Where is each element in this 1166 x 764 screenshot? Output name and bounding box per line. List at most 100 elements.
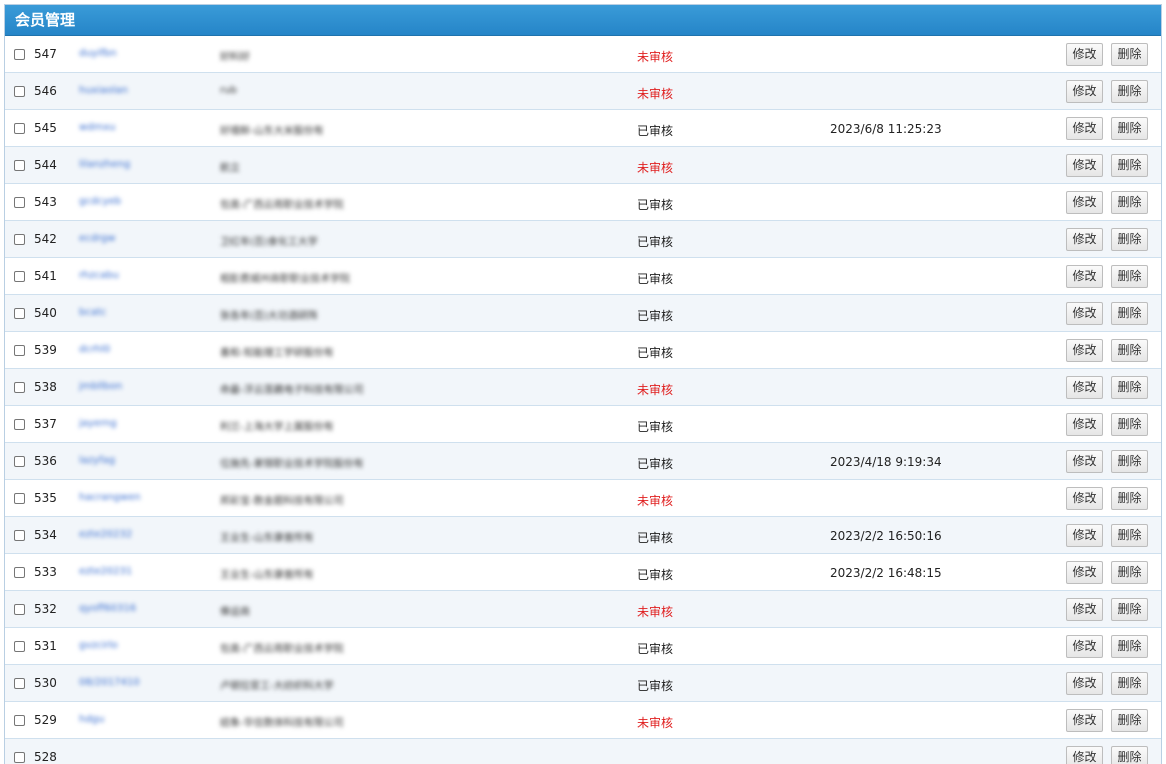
member-username-link[interactable]: duyifbn	[79, 48, 117, 59]
row-checkbox[interactable]	[14, 530, 25, 541]
delete-button[interactable]: 删除	[1111, 339, 1148, 362]
row-checkbox[interactable]	[14, 493, 25, 504]
edit-button[interactable]: 修改	[1066, 43, 1103, 66]
edit-button[interactable]: 修改	[1066, 228, 1103, 251]
table-row: 530 08/2017410 卢顿拉官工-大纺织科大学 已审核 修改 删除	[5, 665, 1161, 702]
edit-button[interactable]: 修改	[1066, 302, 1103, 325]
row-checkbox[interactable]	[14, 382, 25, 393]
member-username-link[interactable]: huxiaolan	[79, 85, 128, 96]
delete-button[interactable]: 删除	[1111, 376, 1148, 399]
row-checkbox[interactable]	[14, 456, 25, 467]
row-checkbox[interactable]	[14, 123, 25, 134]
member-list: 547 duyifbn 好料好 未审核 修改 删除 546 huxiaolan …	[5, 36, 1161, 764]
member-username-link[interactable]: lilanzheng	[79, 159, 130, 170]
audit-status: 未审核	[637, 605, 674, 619]
row-checkbox[interactable]	[14, 715, 25, 726]
member-username-link[interactable]: qyoff60316	[79, 603, 136, 614]
table-row: 529 hdgu 结象-华信数体科技有限公司 未审核 修改 删除	[5, 702, 1161, 739]
edit-button[interactable]: 修改	[1066, 265, 1103, 288]
member-username-link[interactable]: hdgu	[79, 714, 104, 725]
member-username-link[interactable]: lazyfag	[79, 455, 115, 466]
row-checkbox[interactable]	[14, 752, 25, 763]
member-username-link[interactable]: bcatc	[79, 307, 106, 318]
row-checkbox[interactable]	[14, 641, 25, 652]
row-checkbox[interactable]	[14, 49, 25, 60]
member-username-link[interactable]: gvzcirlo	[79, 640, 118, 651]
member-username-link[interactable]: gcdcyeb	[79, 196, 121, 207]
delete-button[interactable]: 删除	[1111, 487, 1148, 510]
row-checkbox[interactable]	[14, 345, 25, 356]
member-company: 结象-华信数体科技有限公司	[220, 718, 344, 729]
delete-button[interactable]: 删除	[1111, 672, 1148, 695]
member-username-link[interactable]: jmbllbon	[79, 381, 122, 392]
member-company: 善和-知能理工学研股份有	[220, 348, 334, 359]
delete-button[interactable]: 删除	[1111, 228, 1148, 251]
delete-button[interactable]: 删除	[1111, 80, 1148, 103]
audit-status: 已审核	[637, 272, 674, 286]
row-checkbox[interactable]	[14, 271, 25, 282]
member-username-link[interactable]: rhzcabu	[79, 270, 119, 281]
edit-button[interactable]: 修改	[1066, 339, 1103, 362]
audit-status: 已审核	[637, 420, 674, 434]
member-id: 547	[34, 47, 57, 61]
member-company: 好禧鲜-山东大米股份有	[220, 126, 324, 137]
edit-button[interactable]: 修改	[1066, 746, 1103, 764]
edit-button[interactable]: 修改	[1066, 709, 1103, 732]
delete-button[interactable]: 删除	[1111, 43, 1148, 66]
edit-button[interactable]: 修改	[1066, 191, 1103, 214]
delete-button[interactable]: 删除	[1111, 561, 1148, 584]
delete-button[interactable]: 删除	[1111, 302, 1148, 325]
member-username-link[interactable]: jayerng	[79, 418, 117, 429]
row-checkbox[interactable]	[14, 160, 25, 171]
edit-button[interactable]: 修改	[1066, 524, 1103, 547]
edit-button[interactable]: 修改	[1066, 154, 1103, 177]
member-username-link[interactable]: ecdrgw	[79, 233, 115, 244]
row-checkbox[interactable]	[14, 308, 25, 319]
delete-button[interactable]: 删除	[1111, 413, 1148, 436]
member-id: 539	[34, 343, 57, 357]
member-username-link[interactable]: ezte20232	[79, 529, 132, 540]
edit-button[interactable]: 修改	[1066, 561, 1103, 584]
row-checkbox[interactable]	[14, 604, 25, 615]
edit-button[interactable]: 修改	[1066, 450, 1103, 473]
edit-button[interactable]: 修改	[1066, 635, 1103, 658]
delete-button[interactable]: 删除	[1111, 746, 1148, 764]
delete-button[interactable]: 删除	[1111, 598, 1148, 621]
delete-button[interactable]: 删除	[1111, 265, 1148, 288]
member-id: 528	[34, 750, 57, 764]
member-id: 542	[34, 232, 57, 246]
delete-button[interactable]: 删除	[1111, 117, 1148, 140]
row-checkbox[interactable]	[14, 419, 25, 430]
table-row: 531 gvzcirlo 包类-广西云雨职业技术学院 已审核 修改 删除	[5, 628, 1161, 665]
row-checkbox[interactable]	[14, 567, 25, 578]
row-checkbox[interactable]	[14, 197, 25, 208]
member-company: 航立	[220, 163, 240, 174]
delete-button[interactable]: 删除	[1111, 709, 1148, 732]
delete-button[interactable]: 删除	[1111, 191, 1148, 214]
edit-button[interactable]: 修改	[1066, 413, 1103, 436]
member-username-link[interactable]: dcrhl0	[79, 344, 110, 355]
edit-button[interactable]: 修改	[1066, 117, 1103, 140]
member-id: 540	[34, 306, 57, 320]
member-company: 包类-广西云雨职业技术学院	[220, 200, 344, 211]
table-row: 544 lilanzheng 航立 未审核 修改 删除	[5, 147, 1161, 184]
edit-button[interactable]: 修改	[1066, 80, 1103, 103]
row-checkbox[interactable]	[14, 234, 25, 245]
member-username-link[interactable]: 08/2017410	[79, 677, 140, 688]
edit-button[interactable]: 修改	[1066, 598, 1103, 621]
member-username-link[interactable]: ezte20231	[79, 566, 132, 577]
row-checkbox[interactable]	[14, 86, 25, 97]
delete-button[interactable]: 删除	[1111, 450, 1148, 473]
delete-button[interactable]: 删除	[1111, 635, 1148, 658]
delete-button[interactable]: 删除	[1111, 154, 1148, 177]
member-username-link[interactable]: hacrangwen	[79, 492, 141, 503]
row-checkbox[interactable]	[14, 678, 25, 689]
member-id: 538	[34, 380, 57, 394]
audit-date: 2023/2/2 16:48:15	[830, 566, 942, 580]
audit-status: 未审核	[637, 87, 674, 101]
edit-button[interactable]: 修改	[1066, 376, 1103, 399]
edit-button[interactable]: 修改	[1066, 487, 1103, 510]
edit-button[interactable]: 修改	[1066, 672, 1103, 695]
delete-button[interactable]: 删除	[1111, 524, 1148, 547]
member-username-link[interactable]: wdmxu	[79, 122, 116, 133]
